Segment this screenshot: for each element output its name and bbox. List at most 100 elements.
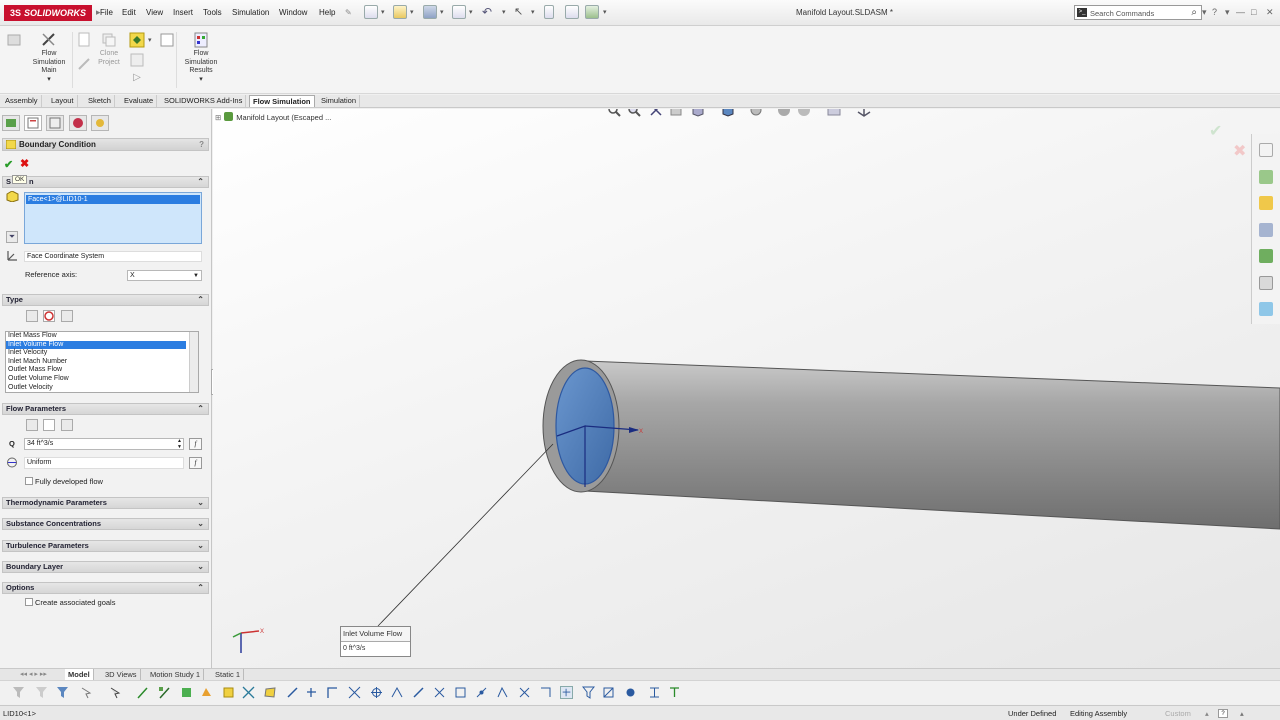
boundary-type-list[interactable]: Inlet Mass Flow Inlet Volume Flow Inlet … [5, 331, 199, 393]
pipe-model[interactable]: X [213, 109, 1280, 668]
expand-chevron-icon[interactable]: ⌄ [197, 519, 204, 529]
tab-layout[interactable]: Layout [48, 95, 78, 107]
rebuild-icon[interactable] [544, 5, 554, 19]
thermodynamic-parameters-section[interactable]: Thermodynamic Parameters ⌄ [2, 497, 209, 509]
list-scrollbar[interactable] [189, 332, 198, 392]
turbulence-parameters-section[interactable]: Turbulence Parameters ⌄ [2, 540, 209, 552]
quick-tips-icon[interactable]: ? [1218, 709, 1228, 718]
inlet-volume-flow-callout[interactable]: Inlet Volume Flow 0 ft^3/s [340, 626, 411, 657]
collapse-chevron-icon[interactable]: ⌃ [197, 404, 204, 414]
print-dropdown-icon[interactable]: ▾ [469, 8, 473, 16]
filter-edges-icon[interactable] [158, 686, 171, 699]
menu-insert[interactable]: Insert [173, 8, 193, 17]
filter-midpoints-icon[interactable] [602, 686, 615, 699]
status-expand-icon[interactable]: ▴ [1240, 709, 1244, 718]
options-dropdown-icon[interactable]: ▾ [603, 8, 607, 16]
ribbon-small-button[interactable] [4, 32, 24, 50]
filter-axes-icon[interactable] [242, 686, 255, 699]
collapse-chevron-icon[interactable]: ⌃ [197, 295, 204, 305]
reference-axis-select[interactable]: X ▼ [127, 270, 202, 281]
filter-notes-icon[interactable] [433, 686, 446, 699]
search-dropdown-icon[interactable]: ▾ [1202, 7, 1207, 18]
list-item[interactable]: Inlet Mach Number [6, 358, 186, 367]
forum-icon[interactable] [1259, 302, 1273, 316]
display-manager-tab[interactable] [69, 115, 87, 131]
tab-assembly[interactable]: Assembly [2, 95, 42, 107]
tab-static-1[interactable]: Static 1 [212, 669, 245, 680]
profile-select[interactable]: Uniform [24, 457, 184, 469]
wall-icon[interactable] [61, 310, 73, 322]
flow-simulation-results-button[interactable]: Flow Simulation Results ▾ [180, 32, 222, 84]
filter-routing-points-icon[interactable] [582, 686, 595, 699]
configuration-manager-tab[interactable] [46, 115, 64, 131]
new-document-icon[interactable] [364, 5, 378, 19]
list-item[interactable]: Inlet Mass Flow [6, 332, 186, 341]
selection-section-header[interactable]: Sn ⌃ [2, 176, 209, 188]
pencil-icon[interactable] [76, 56, 90, 74]
filter-surface-finish-icon[interactable] [391, 686, 404, 699]
run-icon[interactable]: ▷ [128, 73, 146, 83]
minimize-button[interactable]: — [1236, 7, 1245, 17]
select-all-filter-icon[interactable] [109, 686, 122, 699]
property-manager-tab[interactable] [24, 115, 42, 131]
menu-edit[interactable]: Edit [122, 8, 136, 17]
mesh-icon[interactable] [128, 52, 146, 70]
search-icon[interactable]: ⌕ [1191, 7, 1197, 18]
filter-icon[interactable]: ⏷ [6, 231, 18, 243]
general-settings-icon[interactable] [158, 32, 176, 50]
volume-flow-rate-input[interactable]: 34 ft^3/s ▲ ▼ [24, 438, 184, 450]
profile-dependency-button[interactable]: f [189, 457, 202, 469]
new-dropdown-icon[interactable]: ▾ [381, 8, 385, 16]
filter-weld-symbols-icon[interactable] [454, 686, 467, 699]
select-cursor-icon[interactable]: ↖ [514, 5, 528, 19]
expand-chevron-icon[interactable]: ⌄ [197, 498, 204, 508]
create-associated-goals-checkbox[interactable] [25, 598, 33, 606]
solidworks-logo[interactable]: 3S SOLIDWORKS [4, 5, 93, 21]
tab-flow-simulation[interactable]: Flow Simulation [249, 95, 315, 107]
boundary-layer-section[interactable]: Boundary Layer ⌄ [2, 561, 209, 573]
velocity-icon[interactable] [61, 419, 73, 431]
expand-chevron-icon[interactable]: ⌄ [197, 541, 204, 551]
filter-geometric-tolerance-icon[interactable] [412, 686, 425, 699]
coordinate-system-field[interactable]: Face Coordinate System [24, 251, 202, 262]
list-item[interactable]: Outlet Volume Flow [6, 375, 186, 384]
dependency-button[interactable]: f [189, 438, 202, 450]
menu-window[interactable]: Window [279, 8, 307, 17]
menu-tools[interactable]: Tools [203, 8, 222, 17]
open-folder-icon[interactable] [393, 5, 407, 19]
options-icon[interactable] [585, 5, 599, 19]
volume-flow-icon[interactable] [43, 419, 55, 431]
selected-faces-list[interactable]: Face<1>@LID10-1 [24, 192, 202, 244]
menu-simulation[interactable]: Simulation [232, 8, 269, 17]
cancel-x-icon[interactable]: ✖ [20, 157, 29, 170]
filter-simulation-icon[interactable] [668, 686, 681, 699]
view-palette-icon[interactable] [1259, 223, 1273, 237]
collapse-chevron-icon[interactable]: ⌃ [197, 583, 204, 593]
close-button[interactable]: ✕ [1266, 7, 1274, 18]
wizard-dropdown-icon[interactable]: ▾ [148, 36, 152, 44]
menu-help[interactable]: Help [319, 8, 335, 17]
new-project-icon[interactable] [76, 32, 90, 50]
search-commands-input[interactable]: >_ Search Commands ⌕ [1074, 5, 1202, 20]
type-section-header[interactable]: Type ⌃ [2, 294, 209, 306]
undo-dropdown-icon[interactable]: ▾ [502, 8, 506, 16]
flow-simulation-analysis-tree-tab[interactable] [91, 115, 109, 131]
solidworks-resources-icon[interactable] [1259, 143, 1273, 157]
filter-mates-icon[interactable] [624, 686, 637, 699]
filter-centerline-icon[interactable] [348, 686, 361, 699]
filter-datum-targets-icon[interactable] [475, 686, 488, 699]
maximize-button[interactable]: □ [1251, 7, 1256, 17]
tab-solidworks-add-ins[interactable]: SOLIDWORKS Add-Ins [161, 95, 247, 107]
open-dropdown-icon[interactable]: ▾ [410, 8, 414, 16]
pin-icon[interactable]: ✎ [345, 8, 352, 17]
filter-center-marks-icon[interactable] [326, 686, 339, 699]
spin-arrows-icon[interactable]: ▲ ▼ [177, 438, 182, 450]
filter-faces-icon[interactable] [180, 686, 193, 699]
filter-solid-bodies-icon[interactable] [222, 686, 235, 699]
flow-openings-icon[interactable] [26, 310, 38, 322]
filter-toggle-icon[interactable] [12, 686, 25, 699]
filter-cosmetic-threads-icon[interactable] [496, 686, 509, 699]
fully-developed-flow-checkbox[interactable] [25, 477, 33, 485]
mass-flow-icon[interactable] [26, 419, 38, 431]
help-icon[interactable]: ? [1212, 7, 1217, 17]
